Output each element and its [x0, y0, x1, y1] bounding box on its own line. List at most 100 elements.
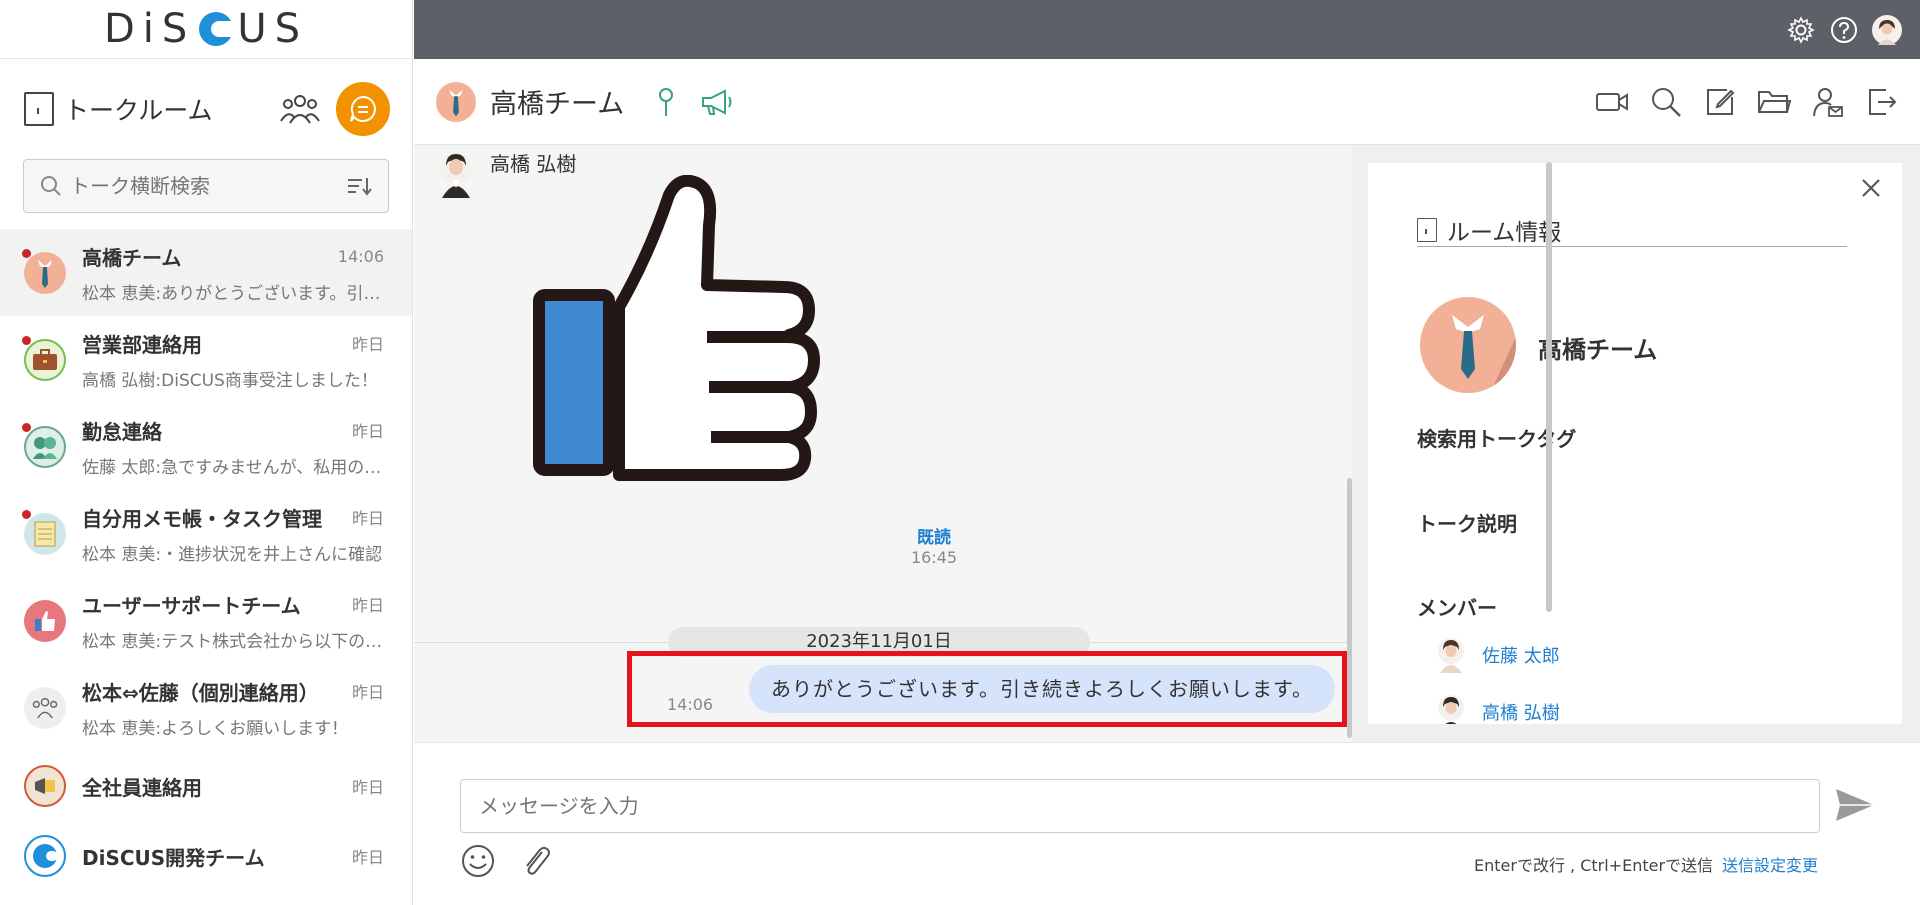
emoji-icon[interactable] — [460, 843, 496, 879]
room-name: 営業部連絡用 — [82, 332, 202, 357]
highlighted-message[interactable]: 14:06 ありがとうございます。引き続きよろしくお願いします。 — [627, 651, 1347, 727]
room-name: 高橋チーム — [82, 245, 182, 270]
room-avatar — [436, 81, 476, 122]
discus-logo-icon — [199, 12, 234, 46]
settings-gear-icon[interactable] — [1786, 15, 1816, 45]
help-icon[interactable] — [1829, 15, 1859, 45]
sidebar-header: トークルーム — [0, 59, 412, 159]
read-time: 16:45 — [910, 548, 958, 567]
folder-icon[interactable] — [1756, 84, 1792, 120]
room-item[interactable]: 自分用メモ帳・タスク管理 昨日 松本 恵美:・進捗状況を井上さんに確認 — [0, 490, 412, 577]
unread-dot — [22, 423, 31, 432]
member-name: 高橋 弘樹 — [1482, 703, 1560, 724]
room-time: 昨日 — [351, 778, 384, 797]
room-info-card: ルーム情報 高橋チーム 検索用トークタグ トーク説明 メンバー 佐藤 太郎 高橋… — [1368, 163, 1902, 724]
member-item[interactable]: 高橋 弘樹 — [1436, 694, 1560, 724]
room-info-title-row: ルーム情報 — [1417, 213, 1847, 247]
send-hint: Enterで改行 , Ctrl+Enterで送信 — [1474, 856, 1714, 875]
group-icon[interactable] — [280, 91, 320, 127]
room-time: 昨日 — [351, 596, 384, 615]
room-info-avatar — [1420, 297, 1516, 393]
message-bubble[interactable]: ありがとうございます。引き続きよろしくお願いします。 — [749, 665, 1335, 713]
app-logo[interactable]: DiS US — [0, 0, 412, 59]
room-item[interactable]: ユーザーサポートチーム 昨日 松本 恵美:テスト株式会社から以下の問い合わせ — [0, 577, 412, 664]
room-list: 高橋チーム 14:06 松本 恵美:ありがとうございます。引き続きよろしくお願い… — [0, 229, 412, 891]
room-title: 高橋チーム — [490, 89, 625, 120]
search-icon[interactable] — [1648, 84, 1684, 120]
sort-icon[interactable] — [346, 176, 372, 196]
edit-note-icon[interactable] — [1702, 84, 1738, 120]
tie-avatar-icon — [24, 251, 66, 294]
room-item[interactable]: 全社員連絡用 昨日 — [0, 751, 412, 821]
member-mail-icon[interactable] — [1810, 84, 1846, 120]
unread-dot — [22, 336, 31, 345]
room-item[interactable]: DiSCUS開発チーム 昨日 — [0, 821, 412, 891]
door-icon — [1417, 217, 1437, 242]
read-receipt: 既読 16:45 — [904, 523, 964, 567]
talk-search-input[interactable] — [70, 174, 346, 198]
discus-avatar-icon — [24, 835, 66, 877]
room-last-message: 佐藤 太郎:急ですみませんが、私用のため — [82, 457, 384, 478]
room-name: 自分用メモ帳・タスク管理 — [82, 506, 322, 531]
room-last-message: 高橋 弘樹:DiSCUS商事受注しました！ — [82, 370, 378, 391]
tag-label: 検索用トークタグ — [1417, 427, 1577, 451]
room-name: ユーザーサポートチーム — [82, 593, 301, 618]
people-avatar-icon — [24, 425, 66, 468]
pin-icon[interactable] — [654, 86, 678, 118]
room-item[interactable]: 勤怠連絡 昨日 佐藤 太郎:急ですみませんが、私用のため — [0, 403, 412, 490]
top-bar — [414, 0, 1920, 59]
close-icon[interactable] — [1856, 173, 1886, 203]
members-label: メンバー — [1417, 596, 1497, 620]
room-last-message: 松本 恵美:テスト株式会社から以下の問い合わせ — [82, 631, 384, 652]
info-scrollbar[interactable] — [1546, 162, 1552, 612]
attachment-clip-icon[interactable] — [518, 843, 554, 879]
room-name: 松本⇔佐藤（個別連絡用） — [82, 680, 319, 705]
room-time: 昨日 — [351, 683, 384, 702]
room-last-message: 松本 恵美:・進捗状況を井上さんに確認 — [82, 544, 383, 565]
send-icon[interactable] — [1832, 785, 1878, 825]
room-time: 昨日 — [351, 848, 384, 867]
room-item[interactable]: 松本⇔佐藤（個別連絡用） 昨日 松本 恵美:よろしくお願いします！ — [0, 664, 412, 751]
megaphone-avatar-icon — [24, 765, 66, 807]
room-last-message: 松本 恵美:よろしくお願いします！ — [82, 718, 349, 739]
member-name: 佐藤 太郎 — [1482, 646, 1560, 667]
room-time: 14:06 — [337, 246, 384, 266]
room-last-message: 松本 恵美:ありがとうございます。引き続きよろしくお願いします。 — [82, 283, 384, 304]
new-chat-icon — [350, 95, 376, 122]
announcement-megaphone-icon[interactable] — [700, 87, 734, 117]
message-composer: Enterで改行 , Ctrl+Enterで送信 送信設定変更 — [414, 742, 1920, 905]
new-talk-button[interactable] — [336, 82, 390, 136]
room-info-title: ルーム情報 — [1447, 219, 1562, 246]
room-header-toolbar — [1576, 84, 1900, 120]
notepad-avatar-icon — [24, 512, 66, 555]
leave-room-icon[interactable] — [1864, 84, 1900, 120]
thumbs-up-avatar-icon — [24, 599, 66, 642]
video-call-icon[interactable] — [1594, 84, 1630, 120]
talk-search-box[interactable] — [23, 159, 389, 213]
room-name: 全社員連絡用 — [82, 775, 202, 800]
unread-dot — [22, 249, 31, 258]
room-name: DiSCUS開発チーム — [82, 845, 265, 870]
send-settings-link[interactable]: 送信設定変更 — [1722, 852, 1818, 876]
room-item[interactable]: 営業部連絡用 昨日 高橋 弘樹:DiSCUS商事受注しました！ — [0, 316, 412, 403]
sidebar: DiS US トークルーム トーク横断検索 高橋チーム 14:06 松本 恵美:… — [0, 0, 413, 905]
message-area[interactable]: 高橋 弘樹 既読 16:45 2023年11月01日 14:06 ありがとうござ… — [414, 145, 1352, 742]
room-time: 昨日 — [351, 422, 384, 441]
user-avatar[interactable] — [1872, 14, 1902, 45]
briefcase-avatar-icon — [24, 338, 66, 381]
sidebar-title: トークルーム — [64, 96, 213, 125]
room-header: 高橋チーム — [414, 59, 1920, 145]
member-avatar — [1438, 695, 1464, 724]
room-info-name: 高橋チーム — [1538, 336, 1658, 364]
room-time: 昨日 — [351, 335, 384, 354]
thumbs-up-stamp[interactable] — [519, 175, 879, 520]
member-item[interactable]: 佐藤 太郎 — [1436, 637, 1560, 673]
member-avatar — [1438, 638, 1464, 673]
sender-avatar — [440, 152, 472, 198]
message-input[interactable] — [460, 779, 1820, 833]
unread-dot — [22, 510, 31, 519]
sender-name: 高橋 弘樹 — [490, 152, 577, 176]
message-time: 14:06 — [667, 695, 714, 714]
room-time: 昨日 — [351, 509, 384, 528]
room-item[interactable]: 高橋チーム 14:06 松本 恵美:ありがとうございます。引き続きよろしくお願い… — [0, 229, 412, 316]
